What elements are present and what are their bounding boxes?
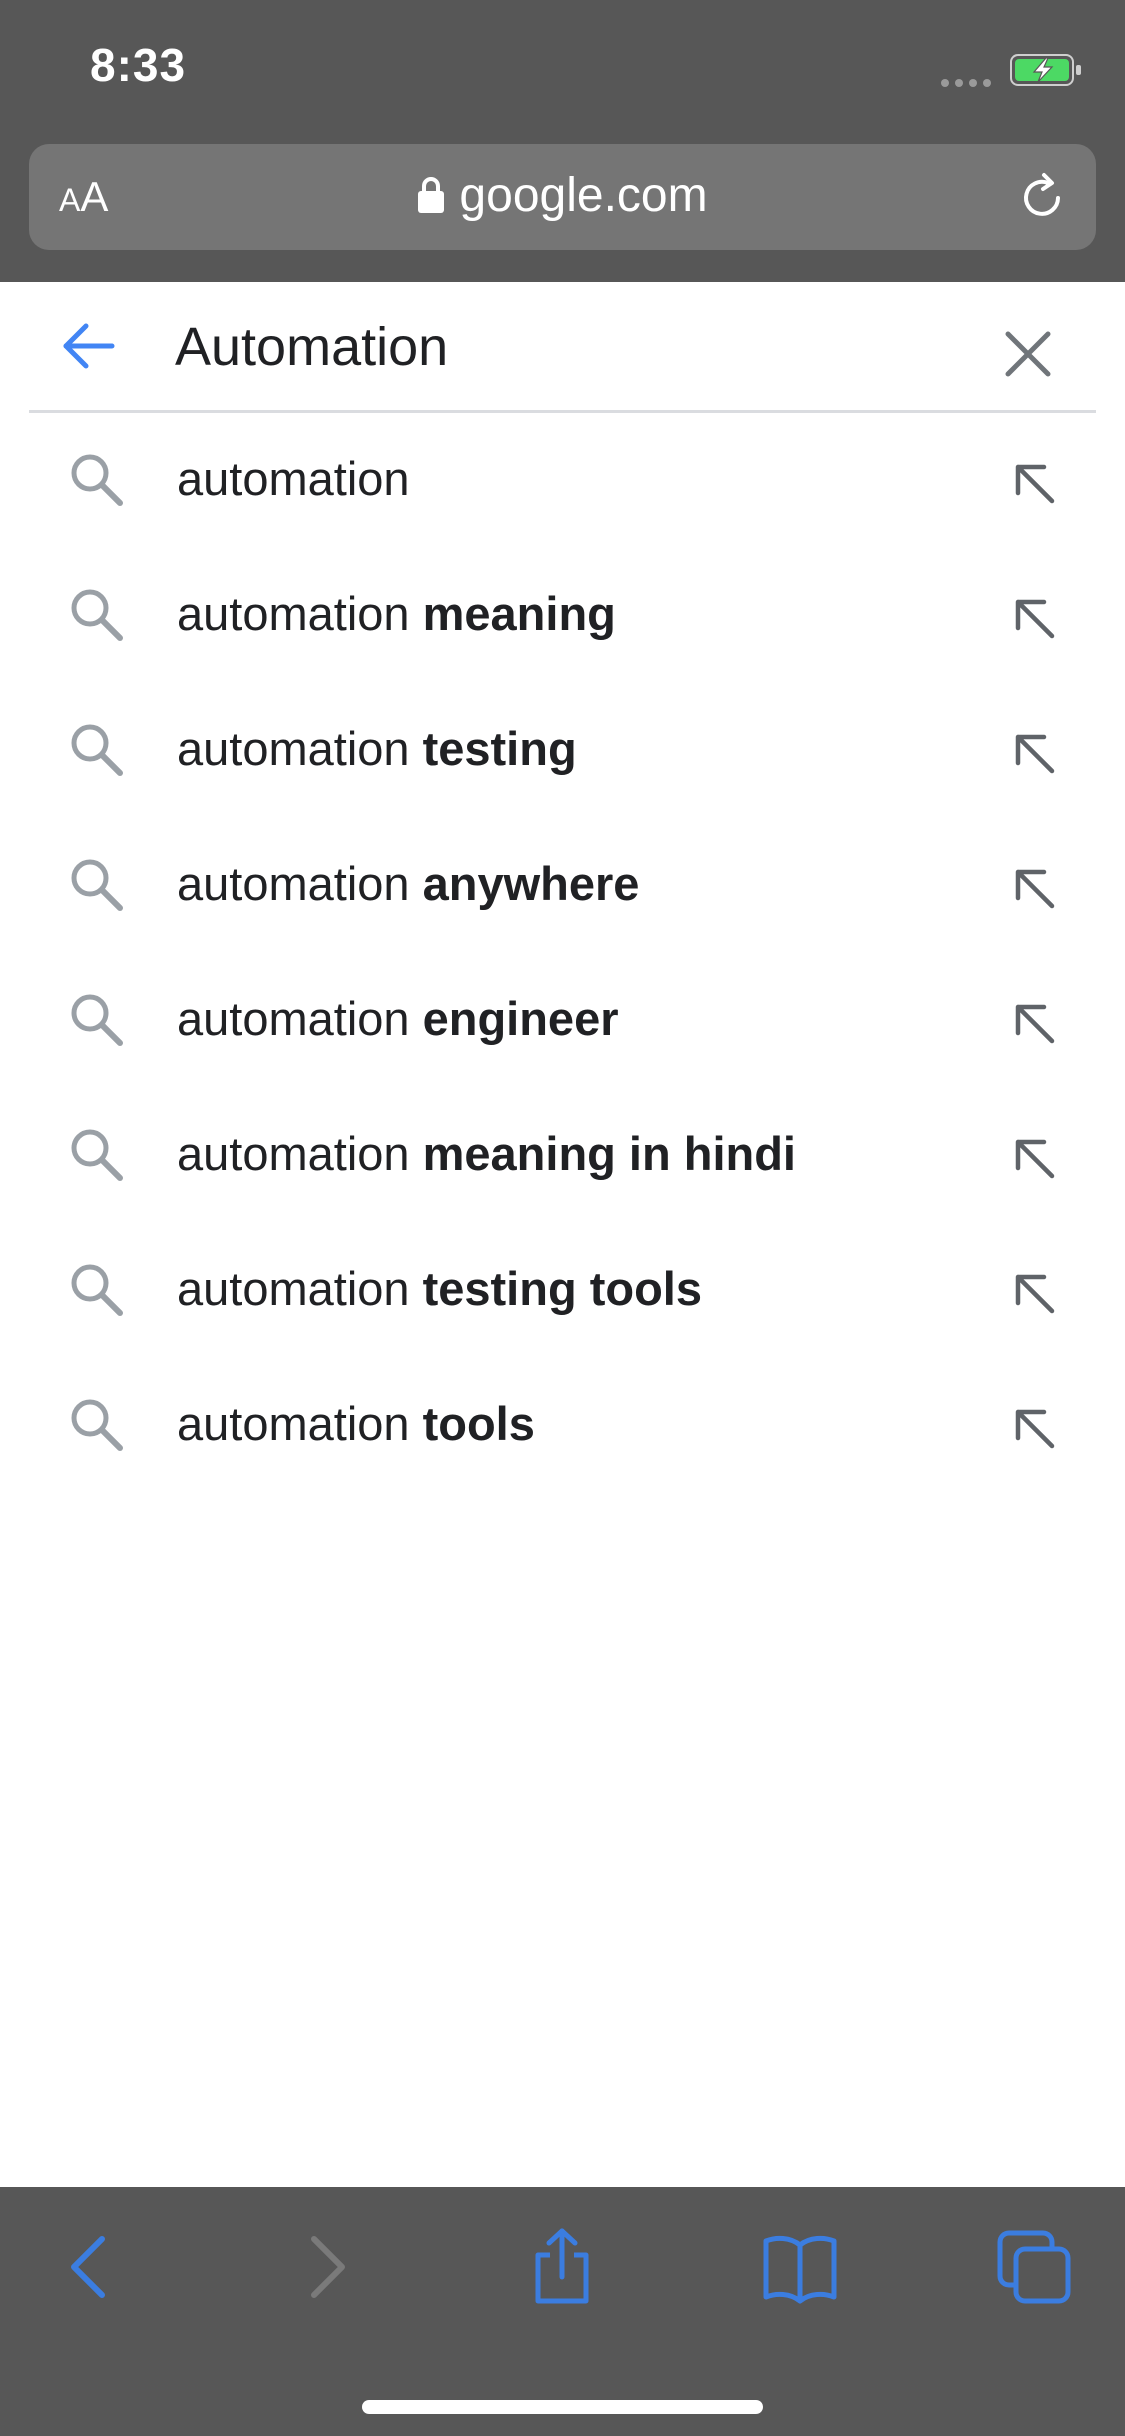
suggestion-completion: tools — [409, 1397, 535, 1450]
tabs-icon[interactable] — [994, 2227, 1074, 2307]
suggestion-list: automation automation meaning automation… — [0, 413, 1125, 1493]
cellular-signal-icon — [941, 79, 991, 87]
arrow-up-left-icon[interactable] — [1012, 866, 1056, 910]
search-bar — [0, 282, 1125, 412]
suggestion-text: automation anywhere — [177, 856, 639, 912]
close-icon[interactable] — [1004, 330, 1052, 378]
search-icon — [71, 724, 123, 776]
suggestion-item[interactable]: automation tools — [0, 1358, 1125, 1493]
arrow-up-left-icon[interactable] — [1012, 596, 1056, 640]
suggestion-item[interactable]: automation testing — [0, 683, 1125, 818]
suggestion-item[interactable]: automation testing tools — [0, 1223, 1125, 1358]
suggestion-text: automation testing — [177, 721, 577, 777]
search-icon — [71, 859, 123, 911]
suggestion-prefix: automation — [177, 1262, 410, 1315]
arrow-left-icon[interactable] — [58, 318, 118, 374]
suggestion-completion: meaning — [409, 587, 616, 640]
suggestion-text: automation tools — [177, 1396, 535, 1452]
home-indicator[interactable] — [362, 2400, 763, 2414]
search-input[interactable] — [175, 312, 975, 382]
suggestion-text: automation engineer — [177, 991, 619, 1047]
suggestion-item[interactable]: automation engineer — [0, 953, 1125, 1088]
suggestion-prefix: automation — [177, 587, 410, 640]
suggestion-completion: testing — [409, 722, 577, 775]
suggestion-text: automation — [177, 451, 410, 507]
suggestion-prefix: automation — [177, 857, 410, 910]
arrow-up-left-icon[interactable] — [1012, 1136, 1056, 1180]
bookmarks-icon[interactable] — [760, 2227, 840, 2307]
suggestion-prefix: automation — [177, 722, 410, 775]
arrow-up-left-icon[interactable] — [1012, 1001, 1056, 1045]
suggestion-completion: anywhere — [409, 857, 640, 910]
search-icon — [71, 1399, 123, 1451]
arrow-up-left-icon[interactable] — [1012, 1406, 1056, 1450]
suggestion-prefix: automation — [177, 992, 410, 1045]
suggestion-completion: meaning in hindi — [409, 1127, 796, 1180]
suggestion-prefix: automation — [177, 1397, 410, 1450]
screen: 8:33 AA google.com Automation automation… — [0, 0, 1125, 2436]
url-display[interactable]: google.com — [29, 168, 1096, 224]
suggestion-text: automation meaning — [177, 586, 616, 642]
lock-icon — [418, 177, 445, 213]
reload-icon[interactable] — [1014, 170, 1070, 226]
suggestion-text: automation testing tools — [177, 1261, 702, 1317]
address-bar[interactable]: AA google.com — [29, 144, 1096, 250]
browser-top-chrome: 8:33 AA google.com — [0, 0, 1125, 282]
search-icon — [71, 994, 123, 1046]
url-text: google.com — [459, 169, 708, 222]
arrow-up-left-icon[interactable] — [1012, 1271, 1056, 1315]
suggestion-completion: engineer — [409, 992, 619, 1045]
suggestion-item[interactable]: automation meaning — [0, 548, 1125, 683]
search-icon — [71, 1264, 123, 1316]
suggestion-prefix: automation — [177, 1127, 410, 1180]
browser-toolbar — [0, 2187, 1125, 2436]
status-time: 8:33 — [90, 39, 187, 91]
search-icon — [71, 1129, 123, 1181]
suggestion-item[interactable]: automation meaning in hindi — [0, 1088, 1125, 1223]
suggestion-item[interactable]: automation — [0, 413, 1125, 548]
search-icon — [71, 589, 123, 641]
search-icon — [71, 454, 123, 506]
suggestion-text: automation meaning in hindi — [177, 1126, 796, 1182]
arrow-up-left-icon[interactable] — [1012, 461, 1056, 505]
share-icon[interactable] — [522, 2227, 602, 2307]
suggestion-completion: testing tools — [409, 1262, 702, 1315]
forward-icon[interactable] — [284, 2227, 364, 2307]
arrow-up-left-icon[interactable] — [1012, 731, 1056, 775]
suggestion-item[interactable]: automation anywhere — [0, 818, 1125, 953]
battery-charging-icon — [1010, 54, 1081, 86]
suggestion-prefix: automation — [177, 452, 410, 505]
back-icon[interactable] — [52, 2227, 132, 2307]
